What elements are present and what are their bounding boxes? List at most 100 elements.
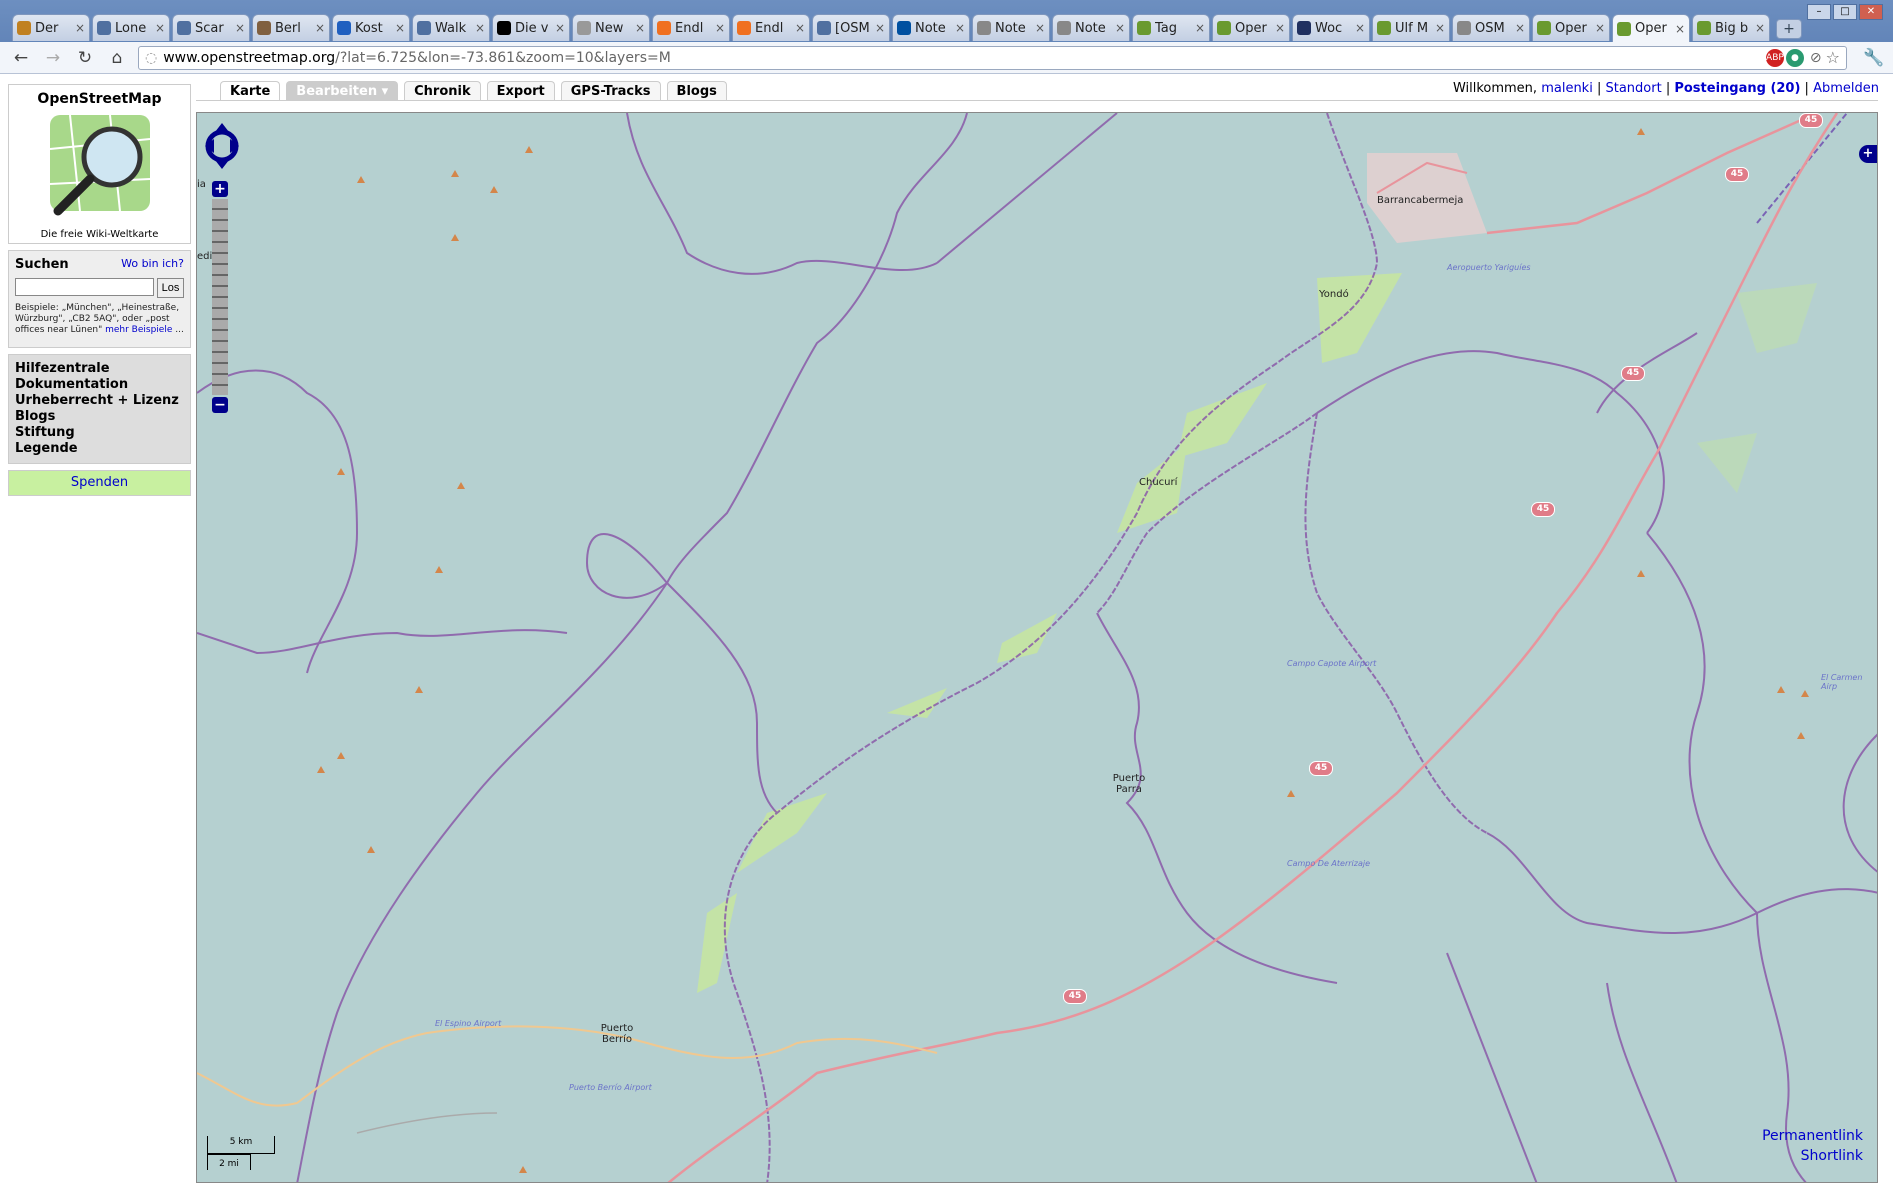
- pan-control[interactable]: [203, 121, 241, 171]
- username-link[interactable]: malenki: [1541, 81, 1593, 96]
- nav-tab[interactable]: Blogs: [666, 81, 727, 101]
- close-tab-icon[interactable]: ×: [875, 21, 885, 35]
- close-tab-icon[interactable]: ×: [475, 21, 485, 35]
- close-tab-icon[interactable]: ×: [1755, 21, 1765, 35]
- at-icon: [1057, 21, 1071, 35]
- green-area: [1177, 383, 1267, 458]
- browser-tab[interactable]: Note ×: [1052, 14, 1130, 41]
- close-tab-icon[interactable]: ×: [155, 21, 165, 35]
- osm-icon: [1697, 21, 1711, 35]
- zoom-out-button[interactable]: −: [212, 397, 228, 413]
- permalink-link[interactable]: Permanentlink: [1762, 1126, 1863, 1146]
- green-area: [1697, 433, 1757, 493]
- close-tab-icon[interactable]: ×: [715, 21, 725, 35]
- help-link[interactable]: Dokumentation: [15, 377, 184, 393]
- wrench-icon[interactable]: 🔧: [1863, 47, 1885, 69]
- browser-tab[interactable]: Note ×: [972, 14, 1050, 41]
- browser-tab[interactable]: Scar ×: [172, 14, 250, 41]
- browser-tab[interactable]: New ×: [572, 14, 650, 41]
- help-link[interactable]: Hilfezentrale: [15, 361, 184, 377]
- close-tab-icon[interactable]: ×: [1195, 21, 1205, 35]
- address-bar[interactable]: ◌ www.openstreetmap.org/?lat=6.725&lon=-…: [138, 45, 1847, 70]
- nav-tab[interactable]: Export: [486, 81, 555, 101]
- close-tab-icon[interactable]: ×: [1515, 21, 1525, 35]
- map-canvas[interactable]: Barrancabermeja Yondó Chucurí Puerto Par…: [196, 112, 1878, 1183]
- nav-tab[interactable]: GPS-Tracks: [560, 81, 661, 101]
- close-tab-icon[interactable]: ×: [795, 21, 805, 35]
- search-input[interactable]: [15, 278, 154, 296]
- maximize-button[interactable]: □: [1833, 4, 1857, 20]
- browser-tab[interactable]: Tag ×: [1132, 14, 1210, 41]
- close-tab-icon[interactable]: ×: [1435, 21, 1445, 35]
- browser-tab[interactable]: Endl ×: [732, 14, 810, 41]
- close-tab-icon[interactable]: ×: [1275, 21, 1285, 35]
- location-link[interactable]: Standort: [1605, 81, 1661, 96]
- secondary-road: [197, 1025, 938, 1107]
- nav-tab[interactable]: Karte: [220, 81, 281, 101]
- close-tab-icon[interactable]: ×: [1355, 21, 1365, 35]
- browser-tab[interactable]: Kost ×: [332, 14, 410, 41]
- browser-tab[interactable]: Walk ×: [412, 14, 490, 41]
- logo-box[interactable]: OpenStreetMap Die freie Wiki-Weltkarte: [8, 84, 191, 244]
- where-am-i-link[interactable]: Wo bin ich?: [121, 257, 184, 272]
- inbox-link[interactable]: Posteingang (20): [1674, 81, 1800, 96]
- close-tab-icon[interactable]: ×: [315, 21, 325, 35]
- home-icon[interactable]: ⌂: [106, 47, 128, 69]
- help-link[interactable]: Urheberrecht + Lizenz: [15, 393, 184, 409]
- route-shield: 45: [1799, 113, 1823, 128]
- boundary-line: [1606, 982, 1678, 1182]
- help-link[interactable]: Legende: [15, 441, 184, 457]
- sync-icon[interactable]: ⊘: [1810, 50, 1822, 66]
- osm-icon: [1537, 21, 1551, 35]
- close-tab-icon[interactable]: ×: [75, 21, 85, 35]
- zoom-slider[interactable]: [212, 199, 228, 395]
- layer-switcher-button[interactable]: +: [1859, 145, 1877, 163]
- reload-icon[interactable]: ↻: [74, 47, 96, 69]
- globe-extension-icon[interactable]: ●: [1785, 48, 1804, 67]
- tab-title: Endl: [675, 20, 704, 36]
- logout-link[interactable]: Abmelden: [1813, 81, 1879, 96]
- browser-tab[interactable]: Berl ×: [252, 14, 330, 41]
- adblock-icon[interactable]: ABP: [1765, 48, 1784, 67]
- close-tab-icon[interactable]: ×: [395, 21, 405, 35]
- browser-tab[interactable]: Endl ×: [652, 14, 730, 41]
- browser-tab[interactable]: Oper ×: [1612, 14, 1690, 42]
- close-tab-icon[interactable]: ×: [1115, 21, 1125, 35]
- more-examples-link[interactable]: mehr Beispiele: [105, 325, 172, 335]
- nav-tab[interactable]: Bearbeiten ▾: [286, 81, 399, 101]
- forward-icon[interactable]: →: [42, 47, 64, 69]
- close-window-button[interactable]: ✕: [1859, 4, 1883, 20]
- help-link[interactable]: Stiftung: [15, 425, 184, 441]
- nav-tab[interactable]: Chronik: [404, 81, 481, 101]
- browser-tab[interactable]: OSM ×: [1452, 14, 1530, 41]
- boundary-line: [296, 582, 668, 1182]
- new-tab-button[interactable]: +: [1776, 19, 1802, 39]
- browser-tab[interactable]: Oper ×: [1532, 14, 1610, 41]
- donate-button[interactable]: Spenden: [8, 470, 191, 496]
- browser-tab[interactable]: Big b ×: [1692, 14, 1770, 41]
- zoom-in-button[interactable]: +: [212, 181, 228, 197]
- bookmark-star-icon[interactable]: ☆: [1826, 48, 1840, 67]
- close-tab-icon[interactable]: ×: [635, 21, 645, 35]
- shortlink-link[interactable]: Shortlink: [1762, 1146, 1863, 1166]
- browser-tab[interactable]: Ulf M ×: [1372, 14, 1450, 41]
- help-link[interactable]: Blogs: [15, 409, 184, 425]
- browser-tab[interactable]: Note ×: [892, 14, 970, 41]
- close-tab-icon[interactable]: ×: [235, 21, 245, 35]
- search-button[interactable]: Los: [157, 278, 184, 298]
- tab-title: Oper: [1635, 21, 1667, 36]
- close-tab-icon[interactable]: ×: [555, 21, 565, 35]
- close-tab-icon[interactable]: ×: [1595, 21, 1605, 35]
- back-icon[interactable]: ←: [10, 47, 32, 69]
- globe-icon: [417, 21, 431, 35]
- close-tab-icon[interactable]: ×: [1035, 21, 1045, 35]
- browser-tab[interactable]: Die v ×: [492, 14, 570, 41]
- browser-tab[interactable]: [OSM ×: [812, 14, 890, 41]
- browser-tab[interactable]: Lone ×: [92, 14, 170, 41]
- minimize-button[interactable]: –: [1807, 4, 1831, 20]
- close-tab-icon[interactable]: ×: [955, 21, 965, 35]
- close-tab-icon[interactable]: ×: [1675, 22, 1685, 36]
- browser-tab[interactable]: Woc ×: [1292, 14, 1370, 41]
- browser-tab[interactable]: Der ×: [12, 14, 90, 41]
- browser-tab[interactable]: Oper ×: [1212, 14, 1290, 41]
